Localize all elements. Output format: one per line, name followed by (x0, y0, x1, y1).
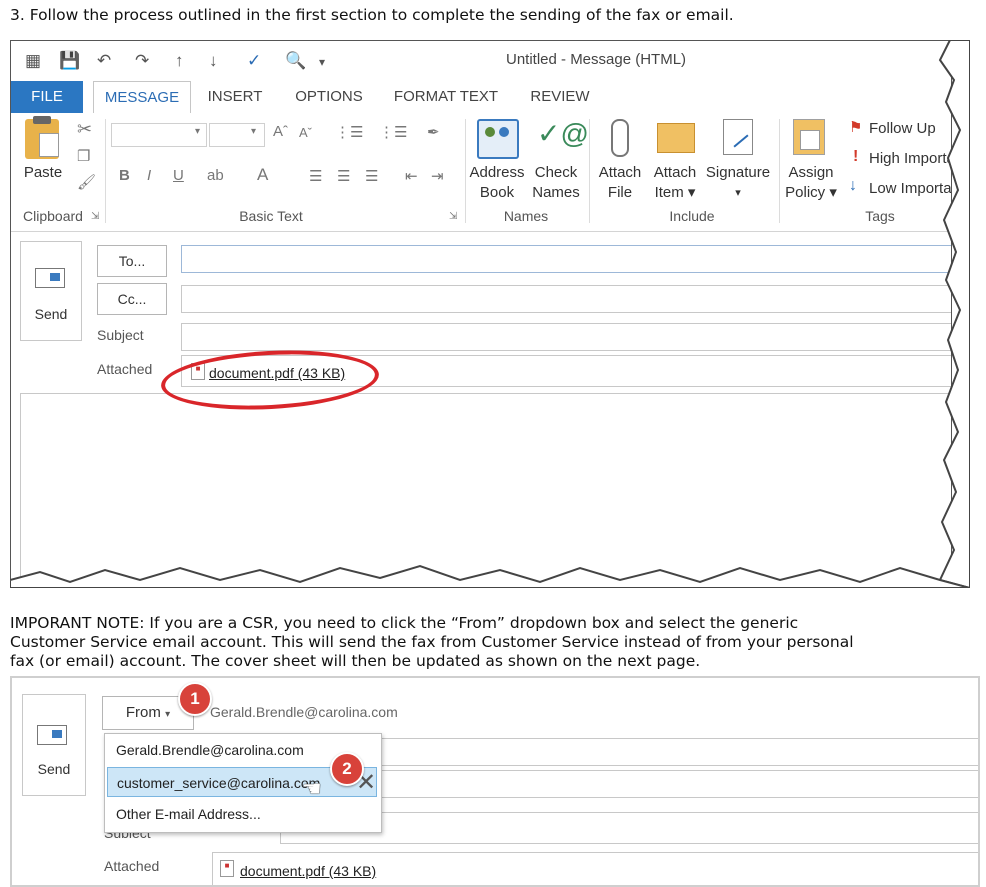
attached-label-2: Attached (104, 858, 160, 874)
from-dropdown-screenshot: Send From ▾ Gerald.Brendle@carolina.com … (10, 676, 980, 887)
attachment-link-2[interactable]: document.pdf (43 KB) (240, 863, 376, 879)
note-line-2: Customer Service email account. This wil… (10, 633, 854, 651)
to-field-2[interactable] (280, 738, 978, 766)
from-dropdown-icon: ▾ (165, 709, 171, 720)
callout-badge-2: 2 (330, 752, 364, 786)
pdf-icon: ■ (220, 860, 234, 877)
step-instruction: 3. Follow the process outlined in the fi… (10, 6, 734, 24)
outlook-compose-screenshot: ▦ 💾 ↶ ↷ ↑ ↓ ✓ 🔍 ▾ Untitled - Message (HT… (10, 40, 970, 588)
send-icon (37, 725, 67, 745)
from-address: Gerald.Brendle@carolina.com (210, 704, 398, 720)
torn-edge-right (938, 40, 970, 588)
note-line-3: fax (or email) account. The cover sheet … (10, 652, 701, 670)
callout-badge-1: 1 (178, 682, 212, 716)
csr-note: IMPORANT NOTE: If you are a CSR, you nee… (10, 614, 854, 671)
mouse-cursor-icon: ☚ (302, 776, 322, 801)
send-button-2[interactable]: Send (22, 694, 86, 796)
note-line-1: IMPORANT NOTE: If you are a CSR, you nee… (10, 614, 799, 632)
torn-edge-bottom (10, 564, 970, 588)
subject-field-2[interactable] (280, 812, 978, 844)
cc-field-2[interactable] (280, 770, 978, 798)
from-option-other[interactable]: Other E-mail Address... (107, 799, 377, 829)
torn-edge (10, 40, 970, 588)
